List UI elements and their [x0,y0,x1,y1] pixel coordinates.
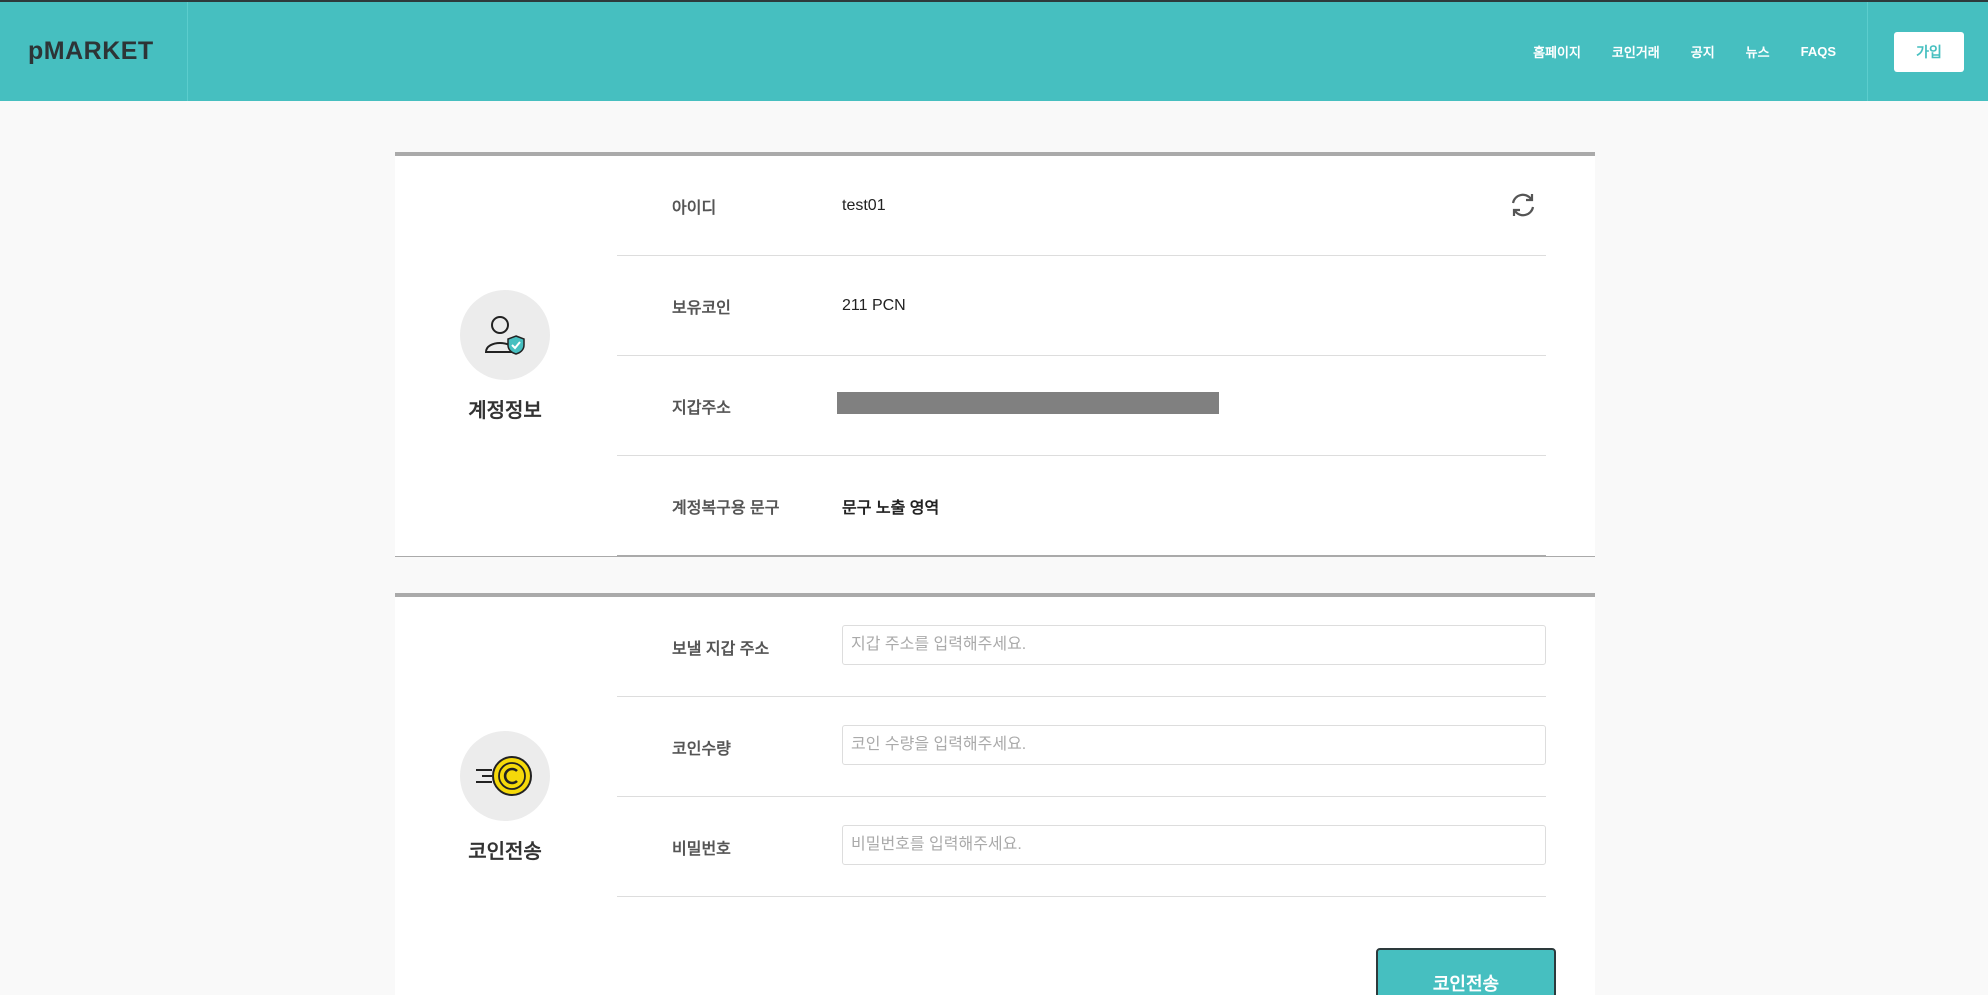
transfer-icon-circle [460,730,550,821]
join-area: 가입 [1867,2,1988,101]
account-section-title: 계정정보 [468,399,542,422]
password-label: 비밀번호 [672,840,731,858]
recovery-value: 문구 노출 영역 [842,499,940,517]
coin-transfer-icon [476,755,532,796]
id-label: 아이디 [672,199,717,217]
nav-news[interactable]: 뉴스 [1746,42,1770,61]
nav-notice[interactable]: 공지 [1691,42,1715,61]
transfer-row-address: 보낼 지갑 주소 [617,597,1546,697]
id-value: test01 [842,196,886,214]
transfer-rows: 보낼 지갑 주소 코인수량 비밀번호 [617,597,1546,897]
coins-label: 보유코인 [672,299,731,317]
join-button[interactable]: 가입 [1894,31,1964,72]
account-info-panel: 계정정보 아이디 test01 보유코인 211 PCN 지갑주소 계정복구용 … [395,152,1595,557]
coins-value: 211 PCN [842,296,906,314]
account-row-coins: 보유코인 211 PCN [617,256,1546,356]
transfer-section-title: 코인전송 [468,840,542,863]
coin-transfer-panel: 코인전송 보낼 지갑 주소 코인수량 비밀번호 [395,593,1595,995]
recovery-label: 계정복구용 문구 [672,499,780,517]
coin-amount-input[interactable] [842,725,1546,765]
amount-label: 코인수량 [672,740,731,758]
transfer-side: 코인전송 [395,597,615,995]
main-nav: 홈페이지 코인거래 공지 뉴스 FAQS [1533,2,1836,101]
wallet-label: 지갑주소 [672,399,731,417]
logo[interactable]: pMARKET [0,2,188,101]
account-icon-circle [460,289,550,380]
account-side: 계정정보 [395,156,615,556]
account-row-wallet: 지갑주소 [617,356,1546,456]
refresh-icon[interactable] [1508,190,1538,220]
transfer-row-password: 비밀번호 [617,797,1546,897]
account-row-id: 아이디 test01 [617,156,1546,256]
transfer-row-amount: 코인수량 [617,697,1546,797]
wallet-address-input[interactable] [842,625,1546,665]
nav-faqs[interactable]: FAQS [1801,44,1836,59]
top-header: pMARKET 홈페이지 코인거래 공지 뉴스 FAQS 가입 [0,0,1988,101]
user-shield-icon [484,315,525,355]
password-input[interactable] [842,825,1546,865]
wallet-address-redacted [837,392,1219,414]
account-rows: 아이디 test01 보유코인 211 PCN 지갑주소 계정복구용 문구 문구… [617,156,1546,556]
nav-home[interactable]: 홈페이지 [1533,42,1581,61]
account-row-recovery: 계정복구용 문구 문구 노출 영역 [617,456,1546,556]
nav-coin-trade[interactable]: 코인거래 [1612,42,1660,61]
coin-transfer-button[interactable]: 코인전송 [1376,948,1556,995]
address-label: 보낼 지갑 주소 [672,640,770,658]
